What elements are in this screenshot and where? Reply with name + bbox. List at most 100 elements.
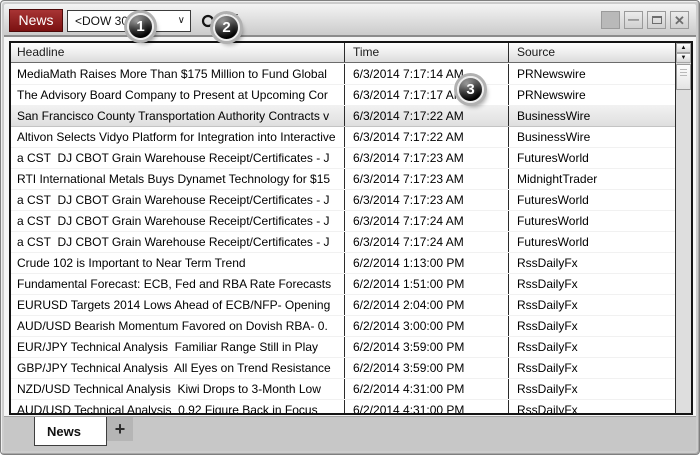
column-header-headline[interactable]: Headline	[11, 43, 344, 62]
headline-cell: Altivon Selects Vidyo Platform for Integ…	[11, 127, 344, 147]
plus-icon: +	[115, 419, 126, 439]
source-cell: FuturesWorld	[508, 211, 675, 231]
scrollbar-thumb[interactable]	[676, 64, 691, 90]
news-table: Headline Time Source MediaMath Raises Mo…	[9, 41, 693, 415]
headline-cell: a CST DJ CBOT Grain Warehouse Receipt/Ce…	[11, 190, 344, 210]
source-cell: RssDailyFx	[508, 253, 675, 273]
time-cell: 6/2/2014 1:51:00 PM	[344, 274, 508, 294]
maximize-button[interactable]	[647, 11, 666, 29]
headline-cell: a CST DJ CBOT Grain Warehouse Receipt/Ce…	[11, 211, 344, 231]
table-header: Headline Time Source	[11, 43, 675, 63]
content-area: Headline Time Source MediaMath Raises Mo…	[4, 37, 696, 451]
add-tab-button[interactable]: +	[107, 417, 133, 441]
time-cell: 6/2/2014 1:13:00 PM	[344, 253, 508, 273]
time-cell: 6/2/2014 2:04:00 PM	[344, 295, 508, 315]
scroll-down-button[interactable]: ▼	[676, 53, 691, 63]
source-cell: RssDailyFx	[508, 400, 675, 413]
table-row[interactable]: a CST DJ CBOT Grain Warehouse Receipt/Ce…	[11, 148, 675, 169]
close-icon: ✕	[674, 14, 685, 27]
source-cell: RssDailyFx	[508, 274, 675, 294]
time-cell: 6/3/2014 7:17:23 AM	[344, 148, 508, 168]
table-row[interactable]: Crude 102 is Important to Near Term Tren…	[11, 253, 675, 274]
table-row[interactable]: a CST DJ CBOT Grain Warehouse Receipt/Ce…	[11, 190, 675, 211]
headline-cell: Fundamental Forecast: ECB, Fed and RBA R…	[11, 274, 344, 294]
table-row[interactable]: San Francisco County Transportation Auth…	[11, 106, 675, 127]
headline-cell: a CST DJ CBOT Grain Warehouse Receipt/Ce…	[11, 232, 344, 252]
headline-cell: San Francisco County Transportation Auth…	[11, 106, 344, 126]
source-cell: BusinessWire	[508, 127, 675, 147]
column-header-time[interactable]: Time	[344, 43, 508, 62]
scroll-up-icon: ▲	[681, 45, 687, 51]
minimize-icon: —	[628, 15, 639, 26]
headline-cell: RTI International Metals Buys Dynamet Te…	[11, 169, 344, 189]
table-row[interactable]: RTI International Metals Buys Dynamet Te…	[11, 169, 675, 190]
chevron-down-icon: ∨	[178, 16, 185, 26]
source-cell: RssDailyFx	[508, 295, 675, 315]
table-row[interactable]: a CST DJ CBOT Grain Warehouse Receipt/Ce…	[11, 211, 675, 232]
table-row[interactable]: EUR/JPY Technical Analysis Familiar Rang…	[11, 337, 675, 358]
time-cell: 6/3/2014 7:17:14 AM	[344, 64, 508, 84]
vertical-scrollbar[interactable]: ▲ ▼	[675, 43, 691, 413]
window-title: News	[9, 9, 63, 32]
minimize-button[interactable]: —	[624, 11, 643, 29]
source-cell: RssDailyFx	[508, 379, 675, 399]
table-row[interactable]: GBP/JPY Technical Analysis All Eyes on T…	[11, 358, 675, 379]
column-header-source[interactable]: Source	[508, 43, 675, 62]
table-body: MediaMath Raises More Than $175 Million …	[11, 64, 675, 413]
table-row[interactable]: Fundamental Forecast: ECB, Fed and RBA R…	[11, 274, 675, 295]
callout-badge-1: 1	[127, 13, 154, 40]
source-cell: MidnightTrader	[508, 169, 675, 189]
time-cell: 6/2/2014 3:59:00 PM	[344, 358, 508, 378]
table-row[interactable]: Altivon Selects Vidyo Platform for Integ…	[11, 127, 675, 148]
headline-cell: EUR/JPY Technical Analysis Familiar Rang…	[11, 337, 344, 357]
table-row[interactable]: AUD/USD Technical Analysis 0.92 Figure B…	[11, 400, 675, 413]
time-cell: 6/2/2014 4:31:00 PM	[344, 379, 508, 399]
tab-news-label: News	[47, 424, 81, 439]
time-cell: 6/3/2014 7:17:22 AM	[344, 127, 508, 147]
window-menu-button[interactable]	[601, 11, 620, 29]
tab-bar: News +	[4, 416, 696, 451]
source-cell: RssDailyFx	[508, 316, 675, 336]
headline-cell: Crude 102 is Important to Near Term Tren…	[11, 253, 344, 273]
source-cell: BusinessWire	[508, 106, 675, 126]
scroll-down-icon: ▼	[681, 55, 687, 61]
tab-news[interactable]: News	[34, 417, 107, 446]
headline-cell: AUD/USD Bearish Momentum Favored on Dovi…	[11, 316, 344, 336]
table-row[interactable]: MediaMath Raises More Than $175 Million …	[11, 64, 675, 85]
headline-cell: EURUSD Targets 2014 Lows Ahead of ECB/NF…	[11, 295, 344, 315]
time-cell: 6/2/2014 3:59:00 PM	[344, 337, 508, 357]
headline-cell: The Advisory Board Company to Present at…	[11, 85, 344, 105]
time-cell: 6/3/2014 7:17:24 AM	[344, 211, 508, 231]
callout-badge-3: 3	[457, 76, 484, 103]
headline-cell: GBP/JPY Technical Analysis All Eyes on T…	[11, 358, 344, 378]
time-cell: 6/2/2014 4:31:00 PM	[344, 400, 508, 413]
headline-cell: NZD/USD Technical Analysis Kiwi Drops to…	[11, 379, 344, 399]
headline-cell: AUD/USD Technical Analysis 0.92 Figure B…	[11, 400, 344, 413]
source-cell: FuturesWorld	[508, 148, 675, 168]
time-cell: 6/3/2014 7:17:23 AM	[344, 190, 508, 210]
scroll-up-button[interactable]: ▲	[676, 43, 691, 53]
source-cell: RssDailyFx	[508, 337, 675, 357]
source-cell: FuturesWorld	[508, 232, 675, 252]
news-window: News <DOW 30> ∨ — ✕ Headline	[0, 0, 700, 455]
table-row[interactable]: EURUSD Targets 2014 Lows Ahead of ECB/NF…	[11, 295, 675, 316]
time-cell: 6/3/2014 7:17:23 AM	[344, 169, 508, 189]
maximize-icon	[652, 16, 662, 24]
table-row[interactable]: a CST DJ CBOT Grain Warehouse Receipt/Ce…	[11, 232, 675, 253]
source-cell: RssDailyFx	[508, 358, 675, 378]
title-bar: News <DOW 30> ∨ — ✕	[4, 4, 696, 37]
time-cell: 6/3/2014 7:17:22 AM	[344, 106, 508, 126]
headline-cell: MediaMath Raises More Than $175 Million …	[11, 64, 344, 84]
window-controls: — ✕	[601, 11, 689, 29]
callout-badge-2: 2	[213, 14, 240, 41]
time-cell: 6/3/2014 7:17:24 AM	[344, 232, 508, 252]
headline-cell: a CST DJ CBOT Grain Warehouse Receipt/Ce…	[11, 148, 344, 168]
table-row[interactable]: NZD/USD Technical Analysis Kiwi Drops to…	[11, 379, 675, 400]
close-button[interactable]: ✕	[670, 11, 689, 29]
table-row[interactable]: The Advisory Board Company to Present at…	[11, 85, 675, 106]
table-row[interactable]: AUD/USD Bearish Momentum Favored on Dovi…	[11, 316, 675, 337]
source-cell: PRNewswire	[508, 64, 675, 84]
time-cell: 6/2/2014 3:00:00 PM	[344, 316, 508, 336]
source-cell: PRNewswire	[508, 85, 675, 105]
source-cell: FuturesWorld	[508, 190, 675, 210]
